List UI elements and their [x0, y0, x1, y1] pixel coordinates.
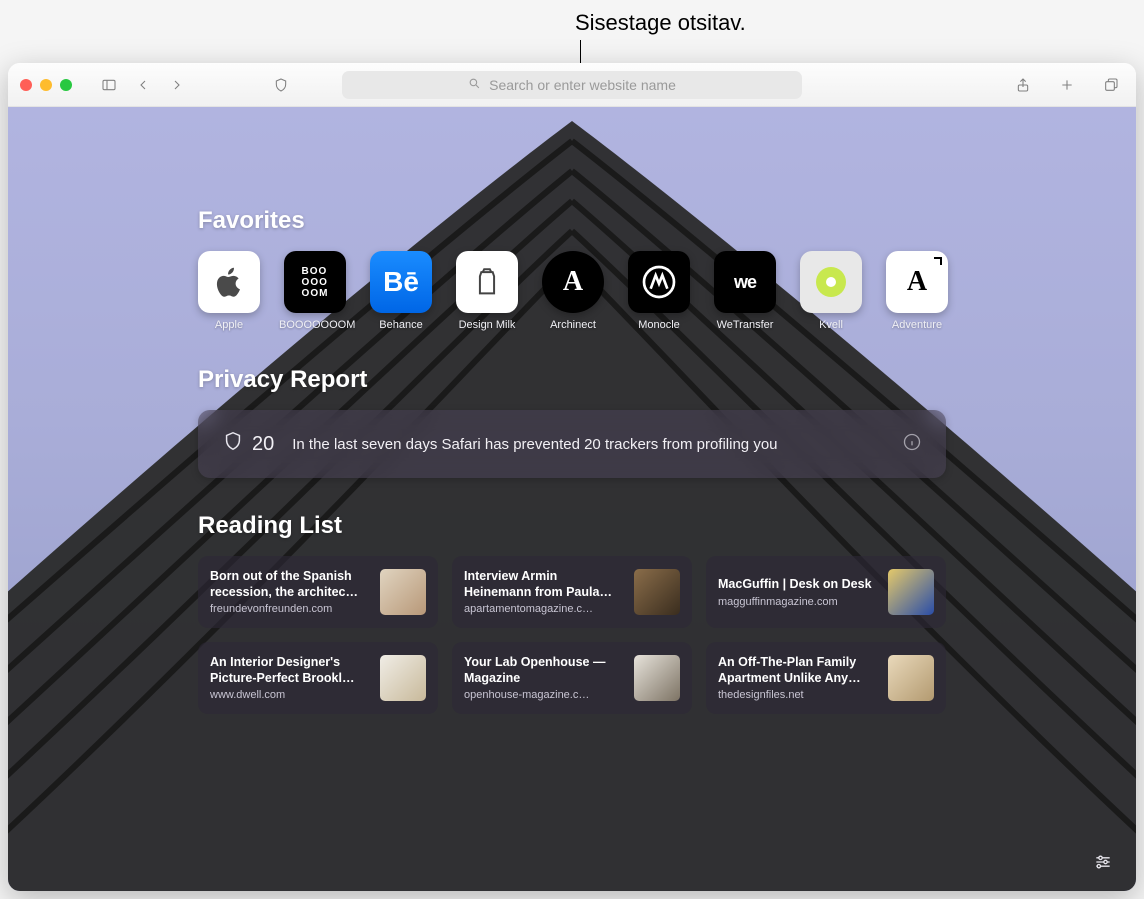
adventure-icon: A — [886, 251, 948, 313]
favorite-apple[interactable]: Apple — [198, 251, 260, 332]
reading-list-item-domain: apartamentomagazine.c… — [464, 603, 624, 615]
favorite-kvell[interactable]: Kvell — [800, 251, 862, 332]
forward-button[interactable] — [164, 74, 190, 96]
favorites-row: Apple BOOOOOOOM BOOOOOOOM Bē Behance Des… — [198, 251, 946, 332]
minimize-window-button[interactable] — [40, 79, 52, 91]
boooooom-icon: BOOOOOOOM — [284, 251, 346, 313]
favorite-wetransfer[interactable]: we WeTransfer — [714, 251, 776, 332]
window-toolbar: Search or enter website name — [8, 63, 1136, 107]
favorite-label: Apple — [215, 319, 243, 332]
privacy-report-card[interactable]: 20 In the last seven days Safari has pre… — [198, 410, 946, 478]
reading-list-item[interactable]: Your Lab Openhouse — Magazine openhouse-… — [452, 642, 692, 714]
reading-list-item[interactable]: MacGuffin | Desk on Desk magguffinmagazi… — [706, 556, 946, 628]
address-bar[interactable]: Search or enter website name — [342, 71, 802, 99]
info-icon — [902, 432, 922, 456]
reading-list-item-title: Born out of the Spanish recession, the a… — [210, 569, 370, 600]
favorite-label: Kvell — [819, 319, 843, 332]
favorite-adventure[interactable]: A Adventure — [886, 251, 948, 332]
share-button[interactable] — [1010, 74, 1036, 96]
kvell-icon — [800, 251, 862, 313]
privacy-report-text: In the last seven days Safari has preven… — [292, 436, 777, 453]
apple-icon — [198, 251, 260, 313]
toggle-sidebar-button[interactable] — [96, 74, 122, 96]
reading-list-item-thumbnail — [888, 655, 934, 701]
reading-list-item-thumbnail — [634, 569, 680, 615]
search-icon — [468, 77, 481, 93]
start-page: Favorites Apple BOOOOOOOM BOOOOOOOM Bē B… — [8, 107, 1136, 891]
reading-list-item-domain: freundevonfreunden.com — [210, 603, 370, 615]
archinect-icon: A — [542, 251, 604, 313]
favorite-designmilk[interactable]: Design Milk — [456, 251, 518, 332]
favorite-label: Monocle — [638, 319, 680, 332]
reading-list-item-title: Your Lab Openhouse — Magazine — [464, 655, 624, 686]
reading-list-item[interactable]: Interview Armin Heinemann from Paula… ap… — [452, 556, 692, 628]
back-button[interactable] — [130, 74, 156, 96]
monocle-icon — [628, 251, 690, 313]
window-controls — [20, 79, 72, 91]
favorite-archinect[interactable]: A Archinect — [542, 251, 604, 332]
address-bar-placeholder: Search or enter website name — [489, 77, 676, 93]
reading-list-item[interactable]: An Off-The-Plan Family Apartment Unlike … — [706, 642, 946, 714]
reading-list-item-title: An Interior Designer's Picture-Perfect B… — [210, 655, 370, 686]
reading-list-item-thumbnail — [380, 655, 426, 701]
reading-list-item-title: An Off-The-Plan Family Apartment Unlike … — [718, 655, 878, 686]
fullscreen-window-button[interactable] — [60, 79, 72, 91]
reading-list-item[interactable]: Born out of the Spanish recession, the a… — [198, 556, 438, 628]
favorite-label: Design Milk — [459, 319, 516, 332]
close-window-button[interactable] — [20, 79, 32, 91]
reading-list-grid: Born out of the Spanish recession, the a… — [198, 556, 946, 714]
favorite-label: WeTransfer — [717, 319, 774, 332]
favorite-label: Adventure — [892, 319, 942, 332]
reading-list-item-domain: thedesignfiles.net — [718, 689, 878, 701]
favorite-label: Behance — [379, 319, 422, 332]
privacy-report-heading: Privacy Report — [198, 366, 946, 394]
favorite-boooooom[interactable]: BOOOOOOOM BOOOOOOOM — [284, 251, 346, 332]
favorite-label: BOOOOOOOM — [279, 319, 351, 332]
callout-label: Sisestage otsitav. — [575, 10, 746, 36]
wetransfer-icon: we — [714, 251, 776, 313]
favorite-label: Archinect — [550, 319, 596, 332]
behance-icon: Bē — [370, 251, 432, 313]
reading-list-item-thumbnail — [380, 569, 426, 615]
browser-window: Search or enter website name — [8, 63, 1136, 891]
privacy-tracker-count: 20 — [252, 433, 274, 456]
reading-list-item-title: Interview Armin Heinemann from Paula… — [464, 569, 624, 600]
reading-list-item[interactable]: An Interior Designer's Picture-Perfect B… — [198, 642, 438, 714]
shield-icon — [222, 430, 244, 458]
reading-list-item-domain: openhouse-magazine.c… — [464, 689, 624, 701]
reading-list-item-domain: magguffinmagazine.com — [718, 596, 878, 608]
reading-list-item-domain: www.dwell.com — [210, 689, 370, 701]
favorite-monocle[interactable]: Monocle — [628, 251, 690, 332]
privacy-shield-button[interactable] — [268, 74, 294, 96]
favorite-behance[interactable]: Bē Behance — [370, 251, 432, 332]
reading-list-item-thumbnail — [634, 655, 680, 701]
favorites-heading: Favorites — [198, 207, 946, 235]
new-tab-button[interactable] — [1054, 74, 1080, 96]
reading-list-item-title: MacGuffin | Desk on Desk — [718, 577, 878, 593]
tab-overview-button[interactable] — [1098, 74, 1124, 96]
reading-list-heading: Reading List — [198, 512, 946, 540]
customize-start-page-button[interactable] — [1088, 849, 1118, 875]
designmilk-icon — [456, 251, 518, 313]
reading-list-item-thumbnail — [888, 569, 934, 615]
